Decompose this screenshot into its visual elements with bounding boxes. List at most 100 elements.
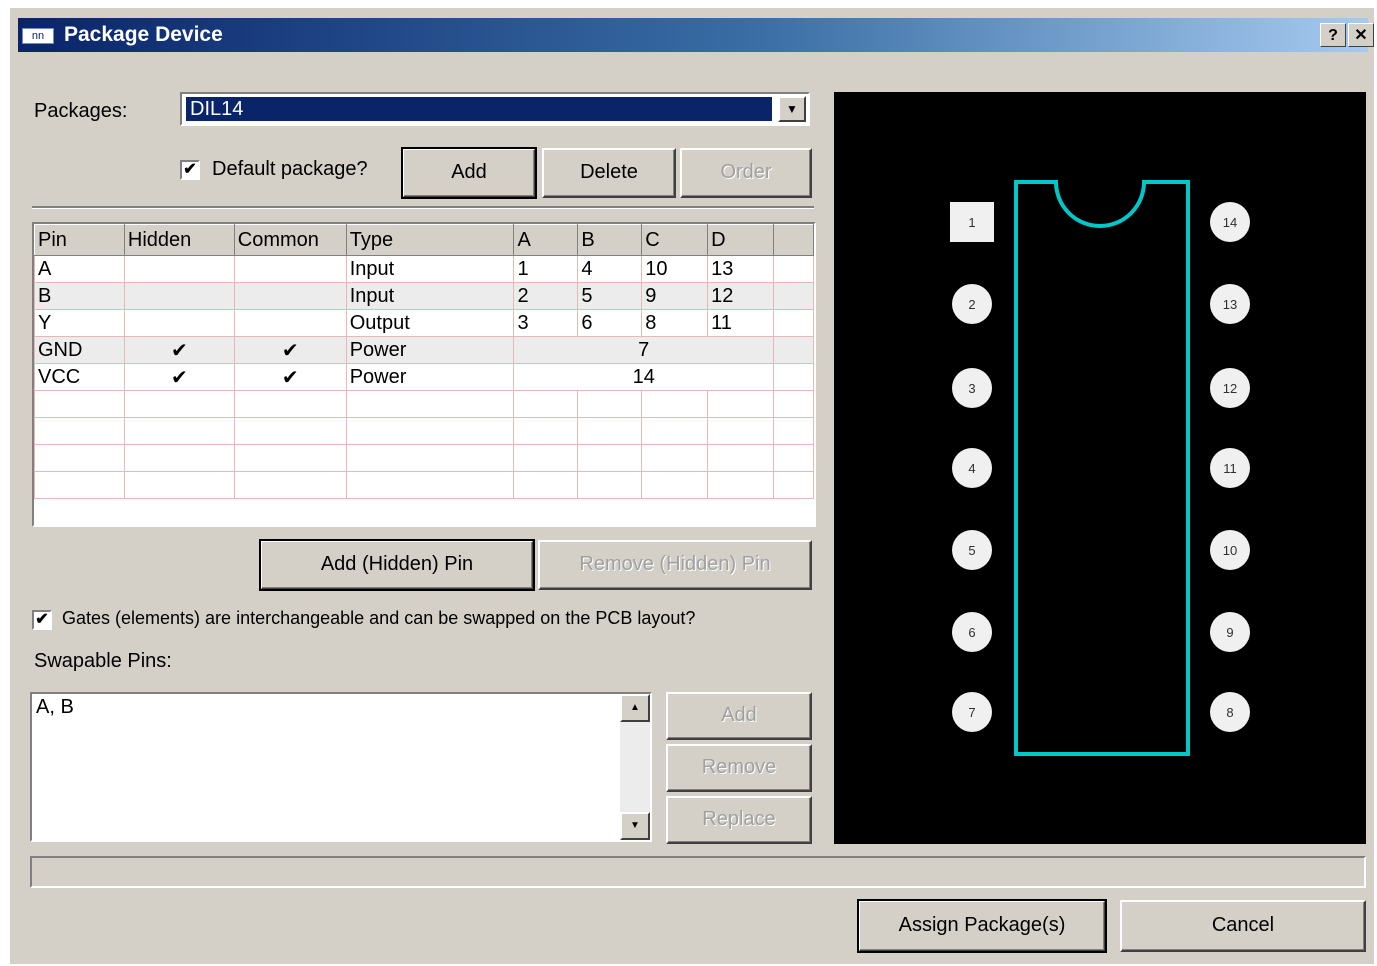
status-bar [30, 856, 1366, 888]
pin-number-label: 1 [968, 215, 975, 230]
package-preview: 1 2 3 4 5 6 7 14 13 12 11 10 9 8 [834, 92, 1366, 844]
col-header-b[interactable]: B [577, 224, 643, 256]
pin-table: Pin Hidden Common Type A B C D A Input 1… [32, 222, 816, 527]
cell-b[interactable]: 4 [577, 255, 643, 283]
cell-hidden[interactable] [123, 255, 235, 283]
cell-b[interactable]: 5 [577, 282, 643, 310]
package-outline [1014, 180, 1190, 756]
cell-pin[interactable]: VCC [34, 363, 125, 391]
cell-blank [773, 363, 814, 391]
cell-b[interactable]: 6 [577, 309, 643, 337]
col-header-d[interactable]: D [707, 224, 775, 256]
cell-c[interactable]: 10 [641, 255, 709, 283]
scroll-down-icon[interactable]: ▼ [620, 812, 650, 840]
col-header-c[interactable]: C [641, 224, 709, 256]
table-row-empty[interactable] [34, 390, 814, 418]
order-package-button[interactable]: Order [680, 148, 812, 198]
remove-swappable-button[interactable]: Remove [666, 744, 812, 792]
cell-common[interactable]: ✔ [233, 336, 347, 364]
col-header-pin[interactable]: Pin [34, 224, 125, 256]
cell-a[interactable]: 3 [513, 309, 579, 337]
cell-pin[interactable]: Y [34, 309, 125, 337]
cell-pin[interactable]: B [34, 282, 125, 310]
help-button[interactable]: ? [1320, 23, 1346, 47]
cell-d[interactable]: 11 [707, 309, 775, 337]
pin-number-label: 8 [1226, 705, 1233, 720]
cell-merged-pin-number[interactable]: 7 [513, 336, 775, 364]
pin-table-header: Pin Hidden Common Type A B C D [34, 224, 814, 256]
col-header-hidden[interactable]: Hidden [123, 224, 235, 256]
pin-number-label: 4 [968, 461, 975, 476]
close-button[interactable]: ✕ [1348, 23, 1374, 47]
cell-a[interactable]: 2 [513, 282, 579, 310]
cell-common[interactable] [233, 255, 347, 283]
pin-number-label: 11 [1223, 461, 1237, 476]
table-row[interactable]: VCC ✔ ✔ Power 14 [34, 363, 814, 391]
packages-select[interactable]: DIL14 ▼ [180, 92, 810, 126]
cell-hidden[interactable]: ✔ [123, 336, 235, 364]
app-icon: nn [22, 28, 54, 44]
table-row-empty[interactable] [34, 444, 814, 472]
delete-package-button[interactable]: Delete [542, 148, 676, 198]
cell-hidden[interactable] [123, 309, 235, 337]
gates-swappable-checkbox[interactable]: ✔ [32, 610, 52, 630]
cell-a[interactable]: 1 [513, 255, 579, 283]
replace-swappable-button[interactable]: Replace [666, 796, 812, 844]
col-header-a[interactable]: A [513, 224, 579, 256]
cell-merged-pin-number[interactable]: 14 [513, 363, 775, 391]
cancel-button[interactable]: Cancel [1120, 900, 1366, 952]
separator [32, 206, 814, 209]
table-row[interactable]: A Input 1 4 10 13 [34, 255, 814, 283]
cell-hidden[interactable]: ✔ [123, 363, 235, 391]
cell-type[interactable]: Power [345, 363, 515, 391]
cell-blank [773, 309, 814, 337]
chevron-down-icon[interactable]: ▼ [778, 96, 806, 122]
pin-number-label: 3 [968, 381, 975, 396]
default-package-label: Default package? [212, 158, 368, 180]
cell-c[interactable]: 8 [641, 309, 709, 337]
cell-d[interactable]: 13 [707, 255, 775, 283]
pin-number-label: 14 [1223, 215, 1237, 230]
cell-type[interactable]: Output [345, 309, 515, 337]
cell-common[interactable] [233, 282, 347, 310]
cell-common[interactable] [233, 309, 347, 337]
table-row[interactable]: Y Output 3 6 8 11 [34, 309, 814, 337]
cell-hidden[interactable] [123, 282, 235, 310]
cell-d[interactable]: 12 [707, 282, 775, 310]
cell-c[interactable]: 9 [641, 282, 709, 310]
table-row-empty[interactable] [34, 471, 814, 499]
cell-blank [773, 282, 814, 310]
pin-number-label: 5 [968, 543, 975, 558]
add-package-button[interactable]: Add [401, 147, 537, 199]
pin-number-label: 10 [1223, 543, 1237, 558]
assign-packages-button[interactable]: Assign Package(s) [857, 899, 1107, 953]
cell-type[interactable]: Input [345, 255, 515, 283]
col-header-blank [773, 224, 814, 256]
add-hidden-pin-button[interactable]: Add (Hidden) Pin [259, 539, 535, 591]
cell-pin[interactable]: A [34, 255, 125, 283]
table-row[interactable]: GND ✔ ✔ Power 7 [34, 336, 814, 364]
cell-common[interactable]: ✔ [233, 363, 347, 391]
add-swappable-button[interactable]: Add [666, 692, 812, 740]
swappable-pins-list[interactable]: A, B ▲ ▼ [30, 692, 652, 842]
col-header-type[interactable]: Type [345, 224, 515, 256]
table-row-empty[interactable] [34, 417, 814, 445]
pin-number-label: 7 [968, 705, 975, 720]
window-title: Package Device [64, 23, 223, 46]
default-package-checkbox[interactable]: ✔ [180, 160, 200, 180]
remove-hidden-pin-button[interactable]: Remove (Hidden) Pin [538, 540, 812, 590]
cell-type[interactable]: Input [345, 282, 515, 310]
pin-number-label: 2 [968, 297, 975, 312]
table-row[interactable]: B Input 2 5 9 12 [34, 282, 814, 310]
cell-type[interactable]: Power [345, 336, 515, 364]
swappable-pins-value[interactable]: A, B [36, 696, 74, 719]
scroll-up-icon[interactable]: ▲ [620, 694, 650, 722]
vertical-scrollbar[interactable]: ▲ ▼ [620, 694, 650, 840]
packages-label: Packages: [34, 100, 128, 122]
col-header-common[interactable]: Common [233, 224, 347, 256]
dil14-footprint: 1234567141312111098 [950, 180, 1250, 756]
gates-swappable-label: Gates (elements) are interchangeable and… [62, 608, 696, 628]
pin-number-label: 13 [1223, 297, 1237, 312]
packages-selected-value: DIL14 [186, 97, 772, 121]
cell-pin[interactable]: GND [34, 336, 125, 364]
